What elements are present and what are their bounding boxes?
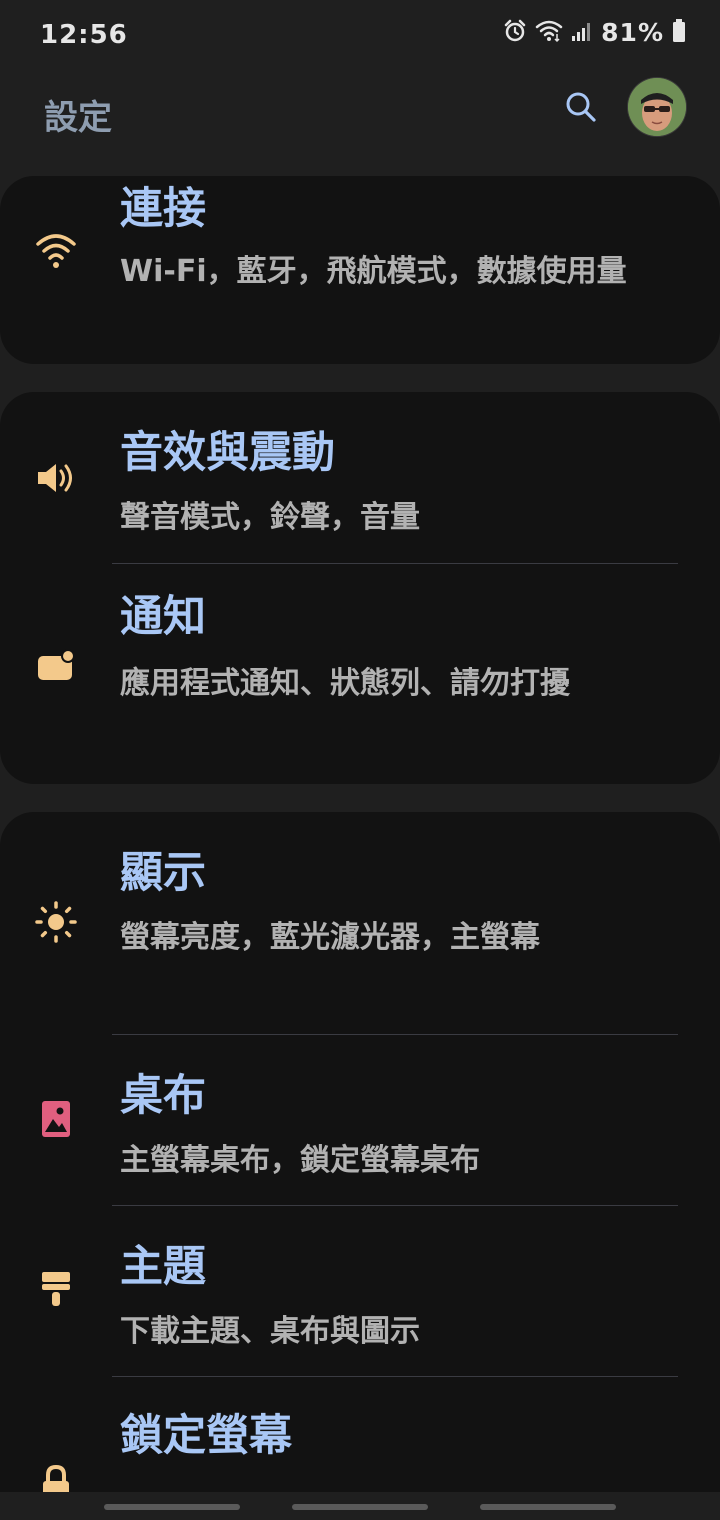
settings-item-notifications[interactable]: 通知 應用程式通知、狀態列、請勿打擾 — [0, 564, 720, 784]
wifi-icon — [535, 19, 563, 47]
battery-percent: 81% — [601, 18, 664, 47]
themes-subtitle: 下載主題、桌布與圖示 — [120, 1314, 420, 1349]
nav-recent-apps-button[interactable] — [104, 1504, 240, 1510]
nav-back-button[interactable] — [480, 1504, 616, 1510]
settings-item-sounds[interactable]: 音效與震動 聲音模式，鈴聲，音量 — [0, 392, 720, 564]
connections-subtitle: Wi-Fi，藍牙，飛航模式，數據使用量 — [120, 254, 627, 289]
paintbrush-icon — [34, 1266, 78, 1310]
lock-screen-title: 鎖定螢幕 — [120, 1411, 292, 1461]
display-group-card: 顯示 螢幕亮度，藍光濾光器，主螢幕 桌布 主螢幕桌布，鎖定螢幕桌布 主題 下載主… — [0, 812, 720, 1492]
search-icon — [566, 92, 596, 122]
status-time: 12:56 — [40, 20, 128, 50]
settings-item-wallpaper[interactable]: 桌布 主螢幕桌布，鎖定螢幕桌布 — [0, 1035, 720, 1205]
battery-icon — [672, 18, 686, 47]
wallpaper-subtitle: 主螢幕桌布，鎖定螢幕桌布 — [120, 1143, 480, 1178]
speaker-icon — [34, 456, 78, 500]
settings-item-themes[interactable]: 主題 下載主題、桌布與圖示 — [0, 1206, 720, 1376]
status-icons: 81% — [503, 18, 686, 47]
connections-title: 連接 — [120, 184, 206, 234]
display-subtitle: 螢幕亮度，藍光濾光器，主螢幕 — [120, 920, 540, 955]
themes-title: 主題 — [120, 1242, 206, 1292]
settings-item-display[interactable]: 顯示 螢幕亮度，藍光濾光器，主螢幕 — [0, 812, 720, 1034]
header: 設定 — [0, 72, 720, 168]
sounds-notifications-card: 音效與震動 聲音模式，鈴聲，音量 通知 應用程式通知、狀態列、請勿打擾 — [0, 392, 720, 784]
wallpaper-title: 桌布 — [120, 1071, 206, 1121]
wifi-icon — [34, 228, 78, 272]
status-bar: 12:56 81% — [0, 0, 720, 72]
brightness-icon — [34, 900, 78, 944]
avatar[interactable] — [628, 78, 686, 136]
nav-home-button[interactable] — [292, 1504, 428, 1510]
notification-icon — [34, 644, 78, 688]
notifications-subtitle: 應用程式通知、狀態列、請勿打擾 — [120, 666, 570, 701]
display-title: 顯示 — [120, 848, 206, 898]
page-title: 設定 — [44, 98, 112, 138]
navigation-bar — [0, 1492, 720, 1520]
settings-item-lock-screen[interactable]: 鎖定螢幕 — [0, 1377, 720, 1492]
settings-item-connections[interactable]: 連接 Wi-Fi，藍牙，飛航模式，數據使用量 — [0, 176, 720, 364]
sounds-subtitle: 聲音模式，鈴聲，音量 — [120, 500, 420, 535]
connections-card: 連接 Wi-Fi，藍牙，飛航模式，數據使用量 — [0, 176, 720, 364]
alarm-icon — [503, 19, 527, 47]
wallpaper-icon — [34, 1097, 78, 1141]
lock-icon — [34, 1463, 78, 1492]
search-button[interactable] — [560, 86, 602, 128]
notifications-title: 通知 — [120, 592, 206, 642]
signal-icon — [571, 20, 593, 46]
sounds-title: 音效與震動 — [120, 428, 335, 478]
